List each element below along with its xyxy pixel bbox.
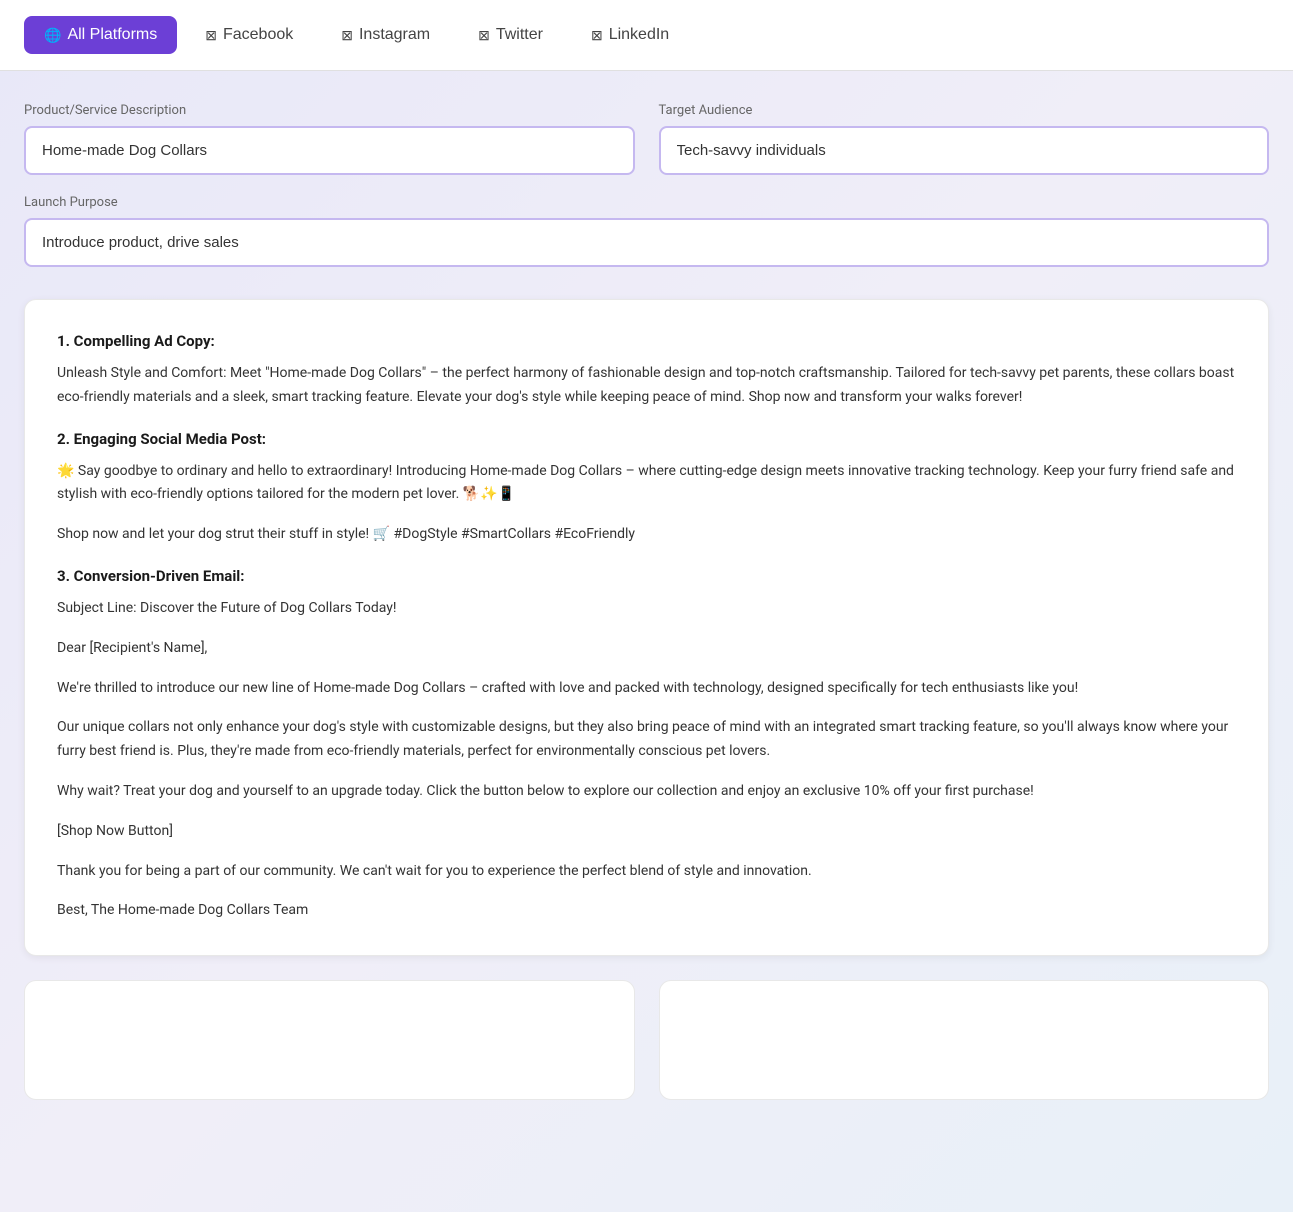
section2-heading: 2. Engaging Social Media Post: [57, 430, 1236, 448]
launch-purpose-section: Launch Purpose [24, 195, 1269, 267]
section3-heading: 3. Conversion-Driven Email: [57, 567, 1236, 585]
form-row-top: Product/Service Description Target Audie… [24, 103, 1269, 175]
tab-linkedin-label: LinkedIn [609, 26, 670, 44]
tab-facebook-label: Facebook [223, 26, 293, 44]
tab-instagram[interactable]: ⊠ Instagram [321, 16, 450, 54]
section3-button-placeholder: [Shop Now Button] [57, 820, 1236, 844]
linkedin-icon: ⊠ [591, 27, 603, 44]
bottom-row [24, 980, 1269, 1100]
tab-instagram-label: Instagram [359, 26, 430, 44]
target-audience-input[interactable] [659, 126, 1270, 175]
section2-body2: Shop now and let your dog strut their st… [57, 523, 1236, 547]
section3-para2: Our unique collars not only enhance your… [57, 716, 1236, 764]
section3-closing2: Best, The Home-made Dog Collars Team [57, 899, 1236, 923]
section3-para1: We're thrilled to introduce our new line… [57, 677, 1236, 701]
target-audience-label: Target Audience [659, 103, 1270, 118]
platform-navigation: 🌐 All Platforms ⊠ Facebook ⊠ Instagram ⊠… [0, 0, 1293, 71]
target-audience-group: Target Audience [659, 103, 1270, 175]
section1-heading: 1. Compelling Ad Copy: [57, 332, 1236, 350]
tab-twitter[interactable]: ⊠ Twitter [458, 16, 563, 54]
section3-para3: Why wait? Treat your dog and yourself to… [57, 780, 1236, 804]
launch-purpose-input[interactable] [24, 218, 1269, 267]
section2-body1: 🌟 Say goodbye to ordinary and hello to e… [57, 460, 1236, 508]
globe-icon: 🌐 [44, 27, 61, 44]
instagram-icon: ⊠ [341, 27, 353, 44]
twitter-icon: ⊠ [478, 27, 490, 44]
main-content: Product/Service Description Target Audie… [0, 71, 1293, 1132]
form-section: Product/Service Description Target Audie… [24, 103, 1269, 267]
launch-purpose-label: Launch Purpose [24, 195, 1269, 210]
section3-subject: Subject Line: Discover the Future of Dog… [57, 597, 1236, 621]
product-service-group: Product/Service Description [24, 103, 635, 175]
tab-linkedin[interactable]: ⊠ LinkedIn [571, 16, 689, 54]
bottom-card-right [659, 980, 1270, 1100]
tab-twitter-label: Twitter [496, 26, 543, 44]
tab-all-platforms[interactable]: 🌐 All Platforms [24, 16, 177, 54]
facebook-icon: ⊠ [205, 27, 217, 44]
section3-closing1: Thank you for being a part of our commun… [57, 860, 1236, 884]
section1-body: Unleash Style and Comfort: Meet "Home-ma… [57, 362, 1236, 410]
section3-greeting: Dear [Recipient's Name], [57, 637, 1236, 661]
tab-facebook[interactable]: ⊠ Facebook [185, 16, 313, 54]
product-service-label: Product/Service Description [24, 103, 635, 118]
result-card: 1. Compelling Ad Copy: Unleash Style and… [24, 299, 1269, 956]
bottom-card-left [24, 980, 635, 1100]
tab-all-platforms-label: All Platforms [67, 26, 157, 44]
product-service-input[interactable] [24, 126, 635, 175]
